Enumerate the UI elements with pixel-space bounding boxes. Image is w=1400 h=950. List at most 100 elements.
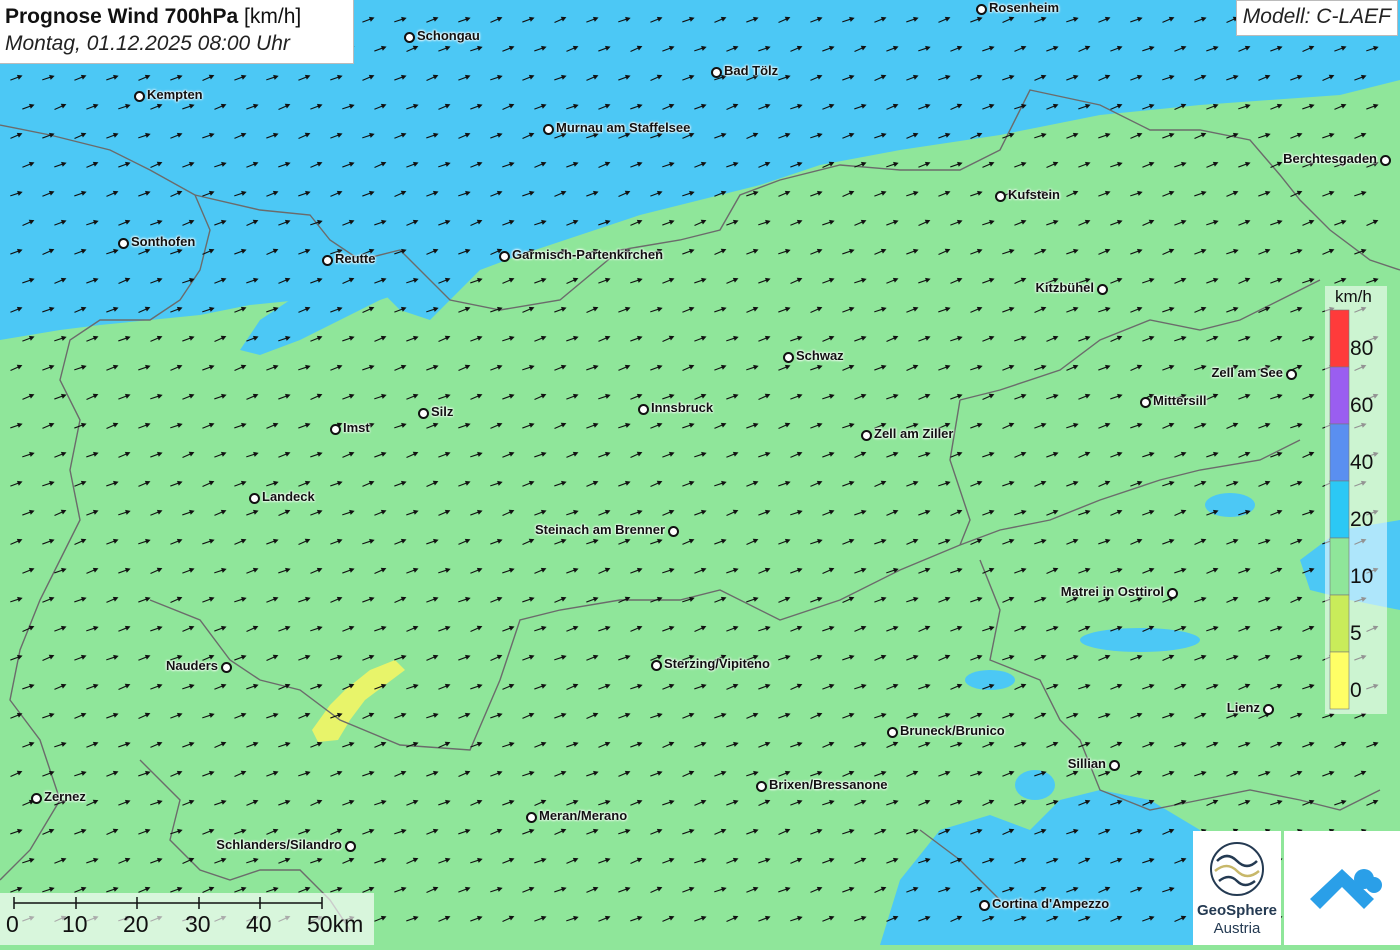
scale-label-10: 10 xyxy=(62,911,88,937)
city-label: Schlanders/Silandro xyxy=(216,837,342,852)
city-marker[interactable] xyxy=(118,238,129,249)
legend-label: 0 xyxy=(1350,679,1362,702)
city-label: Murnau am Staffelsee xyxy=(556,120,691,135)
city-marker[interactable] xyxy=(1286,369,1297,380)
city-marker[interactable] xyxy=(979,900,990,911)
wind-zone-20-40-patch xyxy=(1080,628,1200,652)
city-marker[interactable] xyxy=(330,424,341,435)
city-marker[interactable] xyxy=(651,660,662,671)
city-label: Berchtesgaden xyxy=(1283,151,1377,166)
map-title-main: Prognose Wind 700hPa xyxy=(5,5,239,28)
city-label: Garmisch-Partenkirchen xyxy=(512,247,664,262)
legend-swatch xyxy=(1329,480,1350,539)
city-marker[interactable] xyxy=(543,124,554,135)
legend-label: 40 xyxy=(1350,451,1374,474)
wind-zone-20-40-patch xyxy=(1015,770,1055,800)
city-marker[interactable] xyxy=(711,67,722,78)
color-legend: km/h 80 60 40 20 10 5 0 xyxy=(1325,286,1387,714)
city-label: Sonthofen xyxy=(131,234,196,249)
city-marker[interactable] xyxy=(322,255,333,266)
city-label: Kufstein xyxy=(1008,187,1060,202)
city-marker[interactable] xyxy=(887,727,898,738)
wind-map[interactable] xyxy=(0,0,1400,945)
city-marker[interactable] xyxy=(249,493,260,504)
city-marker[interactable] xyxy=(783,352,794,363)
title-box: Prognose Wind 700hPa [km/h] Montag, 01.1… xyxy=(0,0,354,64)
city-marker[interactable] xyxy=(995,191,1006,202)
city-label: Sterzing/Vipiteno xyxy=(664,656,770,671)
city-marker[interactable] xyxy=(1380,155,1391,166)
map-datetime: Montag, 01.12.2025 08:00 Uhr xyxy=(5,32,290,55)
city-label: Zell am See xyxy=(1211,365,1283,380)
city-label: Rosenheim xyxy=(989,0,1060,15)
map-title: Prognose Wind 700hPa [km/h] xyxy=(5,3,348,30)
city-label: Silz xyxy=(431,404,454,419)
city-label: Sillian xyxy=(1067,756,1106,771)
city-marker[interactable] xyxy=(1109,760,1120,771)
city-marker[interactable] xyxy=(1263,704,1274,715)
city-marker[interactable] xyxy=(1140,397,1151,408)
scale-label-0: 0 xyxy=(6,911,19,937)
city-label: Mittersill xyxy=(1153,393,1207,408)
scale-label-30: 30 xyxy=(185,911,211,937)
city-label: Kempten xyxy=(147,87,203,102)
map-title-unit: [km/h] xyxy=(244,5,302,28)
city-marker[interactable] xyxy=(418,408,429,419)
legend-swatch xyxy=(1329,594,1350,653)
city-label: Bad Tölz xyxy=(724,63,779,78)
city-label: Schwaz xyxy=(796,348,844,363)
city-label: Landeck xyxy=(262,489,315,504)
weather-app-logo[interactable] xyxy=(1284,831,1400,945)
legend-label: 80 xyxy=(1350,337,1374,360)
legend-label: 60 xyxy=(1350,394,1374,417)
city-marker[interactable] xyxy=(861,430,872,441)
city-marker[interactable] xyxy=(638,404,649,415)
city-marker[interactable] xyxy=(668,526,679,537)
city-label: Lienz xyxy=(1226,700,1260,715)
city-label: Matrei in Osttirol xyxy=(1060,584,1164,599)
city-label: Nauders xyxy=(165,658,218,673)
legend-label: 5 xyxy=(1350,622,1362,645)
city-label: Innsbruck xyxy=(651,400,714,415)
city-marker[interactable] xyxy=(404,32,415,43)
city-label: Steinach am Brenner xyxy=(534,522,665,537)
city-marker[interactable] xyxy=(976,4,987,15)
city-label: Schongau xyxy=(417,28,480,43)
city-marker[interactable] xyxy=(1097,284,1108,295)
city-marker[interactable] xyxy=(134,91,145,102)
city-marker[interactable] xyxy=(526,812,537,823)
legend-swatch xyxy=(1329,537,1350,596)
city-marker[interactable] xyxy=(31,793,42,804)
city-marker[interactable] xyxy=(756,781,767,792)
city-label: Cortina d'Ampezzo xyxy=(992,896,1110,911)
legend-label: 10 xyxy=(1350,565,1374,588)
legend-swatch xyxy=(1329,651,1350,710)
model-label: Modell: C-LAEF xyxy=(1235,0,1398,36)
austria-text: Austria xyxy=(1213,920,1261,937)
legend-swatch xyxy=(1329,366,1350,425)
geosphere-text: GeoSphere xyxy=(1196,902,1278,919)
cloud-arrow-icon xyxy=(1310,869,1382,909)
scale-bar: 0 10 20 30 40 50km xyxy=(0,893,374,945)
city-marker[interactable] xyxy=(221,662,232,673)
city-label: Reutte xyxy=(335,251,376,266)
scale-label-20: 20 xyxy=(123,911,149,937)
legend-swatch xyxy=(1329,423,1350,482)
city-marker[interactable] xyxy=(345,841,356,852)
city-label: Bruneck/Brunico xyxy=(900,723,1005,738)
wind-zone-20-40-patch xyxy=(965,670,1015,690)
city-label: Zell am Ziller xyxy=(874,426,954,441)
city-label: Brixen/Bressanone xyxy=(769,777,888,792)
scale-label-50km: 50km xyxy=(307,911,364,937)
geosphere-emblem-icon xyxy=(1210,842,1264,896)
city-label: Meran/Merano xyxy=(539,808,628,823)
scale-label-40: 40 xyxy=(246,911,272,937)
geosphere-logo[interactable]: GeoSphere Austria xyxy=(1193,831,1281,945)
city-label: Zernez xyxy=(44,789,86,804)
city-marker[interactable] xyxy=(1167,588,1178,599)
legend-label: 20 xyxy=(1350,508,1374,531)
legend-swatch xyxy=(1329,309,1350,368)
city-marker[interactable] xyxy=(499,251,510,262)
city-label: Imst xyxy=(343,420,370,435)
city-label: Kitzbühel xyxy=(1035,280,1095,295)
